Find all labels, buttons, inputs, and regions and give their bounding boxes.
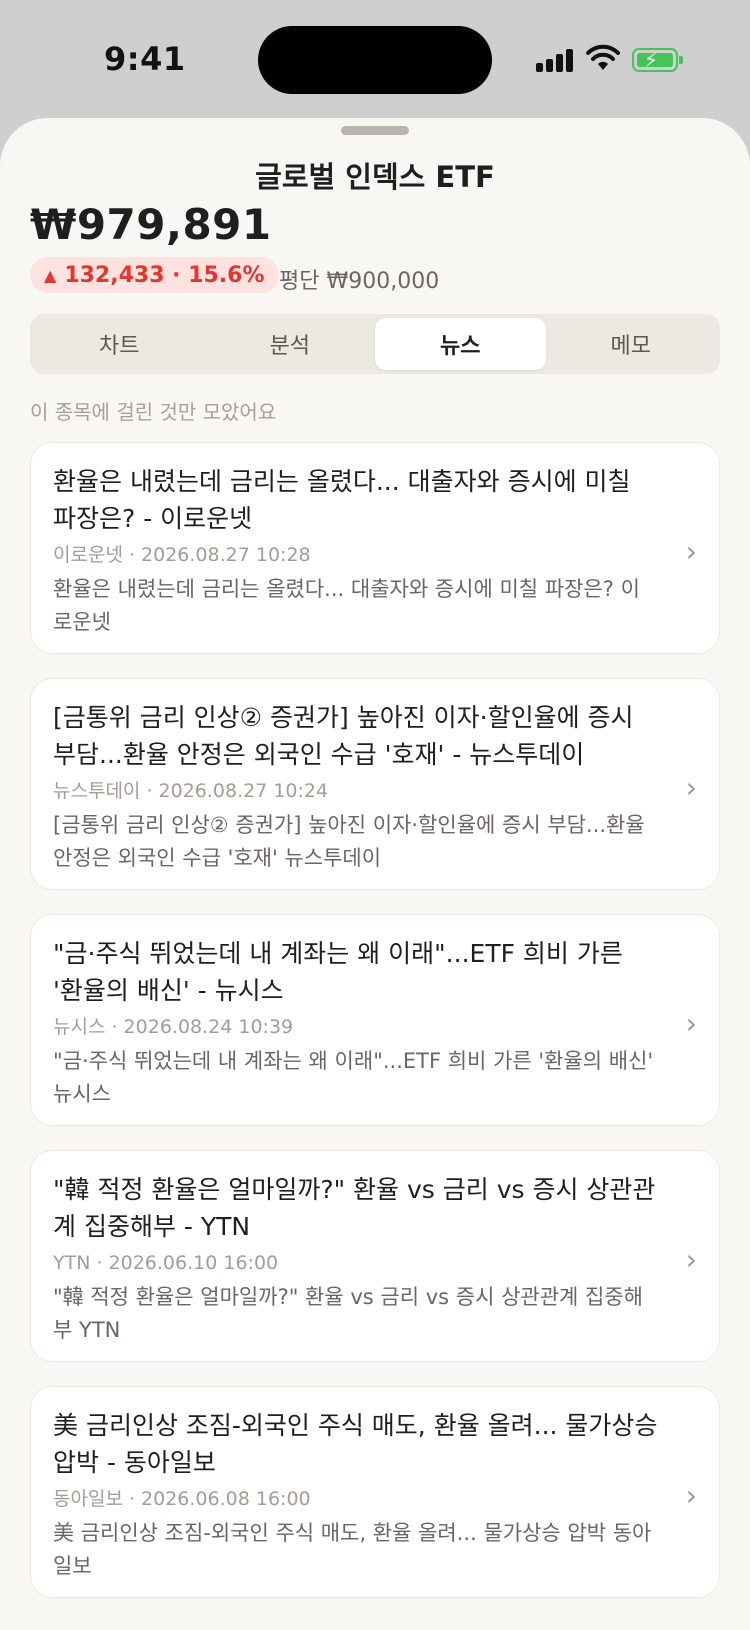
news-card[interactable]: 환율은 내렸는데 금리는 올렸다... 대출자와 증시에 미칠 파장은? - 이… (30, 442, 720, 654)
battery-icon: ⚡ (632, 48, 683, 72)
chevron-right-icon: › (685, 535, 697, 568)
status-bar: 9:41 ⚡ (0, 0, 750, 120)
news-card[interactable]: [금통위 금리 인상② 증권가] 높아진 이자·할인율에 증시 부담...환율 … (30, 678, 720, 890)
dynamic-island (258, 26, 492, 94)
news-summary: "금·주식 뛰었는데 내 계좌는 왜 이래"...ETF 희비 가른 '환율의 … (53, 1049, 654, 1106)
news-meta: 뉴스투데이 · 2026.08.27 10:24 (53, 780, 329, 802)
news-summary: 美 금리인상 조짐-외국인 주식 매도, 환율 올려... 물가상승 압박 동아… (53, 1521, 652, 1578)
status-time: 9:41 (104, 40, 186, 78)
news-meta: 이로운넷 · 2026.08.27 10:28 (53, 544, 311, 566)
news-card[interactable]: 美 금리인상 조짐-외국인 주식 매도, 환율 올려... 물가상승 압박 - … (30, 1386, 720, 1598)
news-meta: 뉴시스 · 2026.08.24 10:39 (53, 1016, 294, 1038)
news-meta: 동아일보 · 2026.06.08 16:00 (53, 1488, 311, 1510)
news-card[interactable]: "금·주식 뛰었는데 내 계좌는 왜 이래"...ETF 희비 가른 '환율의 … (30, 914, 720, 1126)
news-summary: "韓 적정 환율은 얼마일까?" 환율 vs 금리 vs 증시 상관관계 집중해… (53, 1285, 643, 1342)
cellular-signal-icon (536, 48, 576, 72)
news-card[interactable]: "韓 적정 환율은 얼마일까?" 환율 vs 금리 vs 증시 상관관계 집중해… (30, 1150, 720, 1362)
tab-memo[interactable]: 메모 (546, 318, 717, 370)
news-meta: YTN · 2026.06.10 16:00 (53, 1252, 279, 1274)
tab-bar: 차트 분석 뉴스 메모 (30, 314, 720, 374)
news-list: 환율은 내렸는데 금리는 올렸다... 대출자와 증시에 미칠 파장은? - 이… (30, 442, 720, 1622)
average-price: 평단 ₩900,000 (279, 269, 440, 294)
tab-analysis[interactable]: 분석 (205, 318, 376, 370)
news-summary: 환율은 내렸는데 금리는 올렸다... 대출자와 증시에 미칠 파장은? 이로운… (53, 577, 640, 634)
sheet-grabber[interactable] (341, 126, 409, 135)
detail-sheet: 글로벌 인덱스 ETF ₩979,891 ▲ 132,433 · 15.6% 평… (0, 118, 750, 1630)
tab-news[interactable]: 뉴스 (375, 318, 546, 370)
news-hint: 이 종목에 걸린 것만 모았어요 (30, 400, 277, 424)
chevron-right-icon: › (685, 1479, 697, 1512)
triangle-up-icon: ▲ (44, 265, 57, 285)
news-title: 환율은 내렸는데 금리는 올렸다... 대출자와 증시에 미칠 파장은? - 이… (53, 467, 631, 533)
news-summary: [금통위 금리 인상② 증권가] 높아진 이자·할인율에 증시 부담...환율 … (53, 813, 645, 870)
chevron-right-icon: › (685, 1007, 697, 1040)
chevron-right-icon: › (685, 1243, 697, 1276)
news-title: 美 금리인상 조짐-외국인 주식 매도, 환율 올려... 물가상승 압박 - … (53, 1411, 658, 1477)
price-change-badge: ▲ 132,433 · 15.6% (30, 257, 279, 293)
current-price: ₩979,891 (30, 200, 272, 249)
news-title: "韓 적정 환율은 얼마일까?" 환율 vs 금리 vs 증시 상관관계 집중해… (53, 1175, 656, 1241)
chevron-right-icon: › (685, 771, 697, 804)
wifi-icon (586, 44, 620, 70)
tab-chart[interactable]: 차트 (34, 318, 205, 370)
price-change-text: 132,433 · 15.6% (64, 262, 265, 288)
news-title: "금·주식 뛰었는데 내 계좌는 왜 이래"...ETF 희비 가른 '환율의 … (53, 939, 623, 1005)
page-title: 글로벌 인덱스 ETF (255, 160, 495, 194)
news-title: [금통위 금리 인상② 증권가] 높아진 이자·할인율에 증시 부담...환율 … (53, 703, 634, 769)
